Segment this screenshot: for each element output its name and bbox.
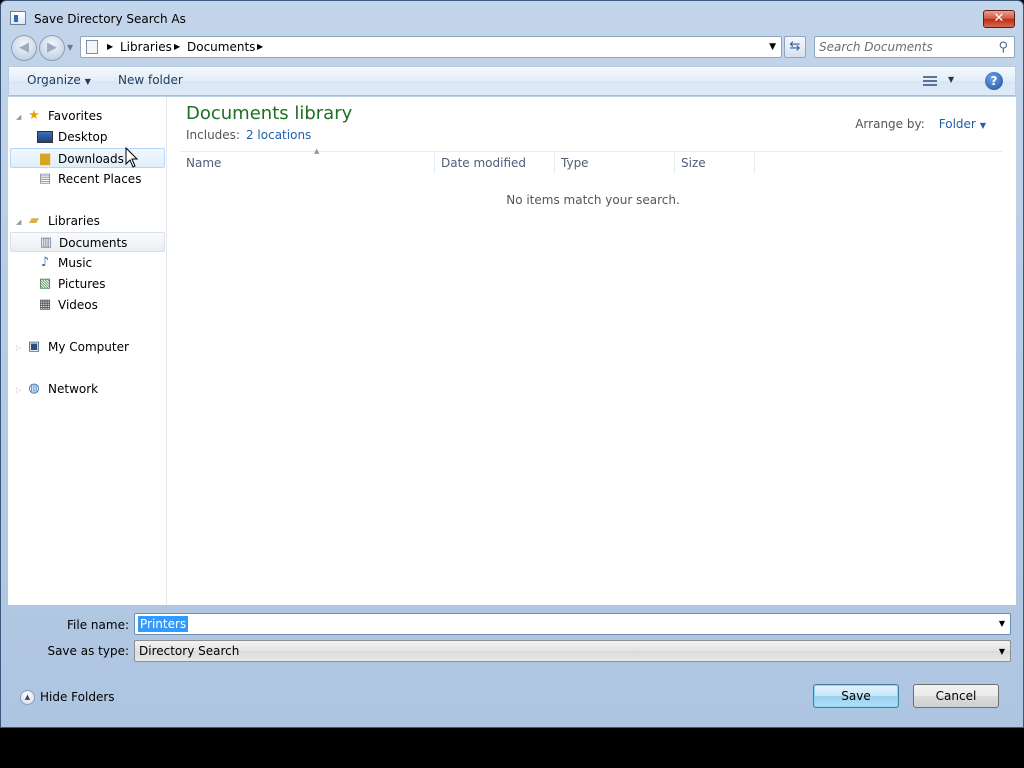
- sidebar-item-videos[interactable]: ▦ Videos: [10, 295, 165, 315]
- forward-button[interactable]: ▶: [39, 35, 65, 61]
- sidebar-item-documents[interactable]: ▥ Documents: [10, 232, 165, 252]
- navigation-pane: ◢ ★ Favorites Desktop ▆ Downloads ▤ Rece…: [8, 97, 167, 605]
- sidebar-item-label: Pictures: [58, 277, 106, 291]
- includes-label: Includes:: [186, 128, 240, 142]
- recent-places-icon: ▤: [38, 171, 52, 186]
- sidebar-item-recent-places[interactable]: ▤ Recent Places: [10, 169, 165, 189]
- save-button[interactable]: Save: [813, 684, 899, 708]
- cancel-button[interactable]: Cancel: [913, 684, 999, 708]
- computer-icon: ▣: [27, 339, 41, 354]
- breadcrumb-arrow-icon[interactable]: ▶: [257, 42, 263, 51]
- title-bar[interactable]: Save Directory Search As ✕: [1, 1, 1023, 35]
- sidebar-item-label: Favorites: [48, 109, 103, 123]
- empty-results-message: No items match your search.: [506, 193, 680, 207]
- sidebar-item-favorites[interactable]: ★ Favorites: [10, 106, 165, 126]
- main-panes: ◢ ★ Favorites Desktop ▆ Downloads ▤ Rece…: [8, 97, 1016, 605]
- recent-pages-chevron-icon[interactable]: ▼: [67, 43, 73, 52]
- save-type-value: Directory Search: [139, 644, 240, 658]
- arrange-label: Arrange by:: [855, 117, 925, 131]
- library-document-icon: [86, 40, 98, 54]
- libraries-icon: ▰: [29, 213, 39, 228]
- search-box[interactable]: ⚲: [814, 36, 1015, 58]
- sidebar-item-label: My Computer: [48, 340, 129, 354]
- sidebar-item-label: Desktop: [58, 130, 108, 144]
- arrange-by: Arrange by: Folder ▼: [855, 117, 986, 131]
- help-icon[interactable]: ?: [985, 72, 1003, 90]
- sidebar-item-music[interactable]: ♪ Music: [10, 253, 165, 273]
- column-header-type[interactable]: Type: [555, 152, 675, 174]
- star-icon: ★: [28, 108, 40, 123]
- sidebar-item-network[interactable]: ◍ Network: [10, 379, 165, 399]
- window-title: Save Directory Search As: [34, 12, 186, 26]
- column-header-date-modified[interactable]: Date modified: [435, 152, 555, 174]
- pictures-icon: ▧: [38, 276, 52, 291]
- sidebar-item-label: Recent Places: [58, 172, 142, 186]
- navigation-bar: ◀ ▶ ▼ ▶ Libraries ▶ Documents ▶ ▼ ⇆ ⚲: [1, 35, 1023, 61]
- sidebar-item-label: Network: [48, 382, 99, 396]
- arrange-value-button[interactable]: Folder: [939, 117, 976, 131]
- back-arrow-icon: ◀: [19, 40, 29, 55]
- file-name-field[interactable]: Printers ▼: [134, 613, 1011, 635]
- sidebar-item-label: Downloads: [58, 152, 124, 166]
- close-button[interactable]: ✕: [983, 10, 1015, 28]
- breadcrumb-documents[interactable]: Documents: [187, 40, 255, 54]
- chevron-down-icon: ▼: [84, 77, 91, 86]
- sidebar-item-libraries[interactable]: ▰ Libraries: [10, 211, 165, 231]
- file-list-pane: Documents library Includes: 2 locations A…: [168, 97, 1016, 605]
- file-name-label: File name:: [67, 618, 129, 632]
- library-title: Documents library: [186, 103, 353, 124]
- save-type-select[interactable]: Directory Search ▼: [134, 640, 1011, 662]
- view-chevron-down-icon[interactable]: ▼: [948, 75, 954, 84]
- hide-folders-label: Hide Folders: [40, 690, 115, 704]
- breadcrumb-arrow-icon[interactable]: ▶: [107, 42, 113, 51]
- documents-icon: ▥: [39, 235, 53, 250]
- sidebar-item-desktop[interactable]: Desktop: [10, 127, 165, 147]
- locations-link[interactable]: 2 locations: [246, 128, 311, 142]
- address-bar[interactable]: ▶ Libraries ▶ Documents ▶ ▼: [80, 36, 782, 58]
- save-dialog-window: Save Directory Search As ✕ ◀ ▶ ▼ ▶ Libra…: [0, 0, 1024, 728]
- organize-label: Organize: [27, 73, 81, 87]
- organize-button[interactable]: Organize ▼: [27, 73, 91, 87]
- column-header-size[interactable]: Size: [675, 152, 755, 174]
- save-type-dropdown-icon[interactable]: ▼: [999, 647, 1005, 656]
- search-input[interactable]: [819, 39, 991, 55]
- videos-icon: ▦: [38, 297, 52, 312]
- forward-arrow-icon: ▶: [47, 40, 57, 55]
- network-icon: ◍: [28, 381, 40, 396]
- sidebar-item-my-computer[interactable]: ▣ My Computer: [10, 337, 165, 357]
- file-name-value[interactable]: Printers: [138, 616, 189, 632]
- sidebar-item-downloads[interactable]: ▆ Downloads: [10, 148, 165, 168]
- save-type-label: Save as type:: [47, 644, 129, 658]
- new-folder-button[interactable]: New folder: [118, 73, 183, 87]
- arrange-chevron-down-icon[interactable]: ▼: [980, 121, 986, 130]
- refresh-icon: ⇆: [789, 39, 801, 54]
- library-includes: Includes: 2 locations: [186, 128, 311, 142]
- address-dropdown-icon[interactable]: ▼: [769, 42, 776, 52]
- dialog-app-icon: [10, 11, 26, 25]
- search-icon[interactable]: ⚲: [998, 40, 1008, 55]
- chevron-up-icon: ▲: [20, 690, 35, 705]
- music-icon: ♪: [40, 255, 50, 270]
- breadcrumb-libraries[interactable]: Libraries: [120, 40, 172, 54]
- sidebar-item-pictures[interactable]: ▧ Pictures: [10, 274, 165, 294]
- sidebar-item-label: Music: [58, 256, 93, 270]
- sidebar-item-label: Videos: [58, 298, 98, 312]
- back-button[interactable]: ◀: [11, 35, 37, 61]
- view-options-icon[interactable]: [923, 74, 939, 88]
- desktop-icon: [37, 131, 53, 143]
- column-header-name[interactable]: Name: [180, 152, 435, 174]
- downloads-folder-icon: ▆: [40, 151, 50, 166]
- sidebar-item-label: Documents: [59, 236, 128, 250]
- column-headers: ▲ Name Date modified Type Size: [180, 147, 1002, 174]
- file-name-dropdown-icon[interactable]: ▼: [999, 619, 1005, 628]
- refresh-button[interactable]: ⇆: [784, 36, 806, 58]
- sidebar-item-label: Libraries: [48, 214, 100, 228]
- hide-folders-button[interactable]: ▲ Hide Folders: [20, 690, 115, 705]
- command-bar: Organize ▼ New folder ▼ ?: [8, 66, 1016, 96]
- save-form: File name: Printers ▼ Save as type: Dire…: [1, 605, 1023, 723]
- breadcrumb-arrow-icon[interactable]: ▶: [174, 42, 180, 51]
